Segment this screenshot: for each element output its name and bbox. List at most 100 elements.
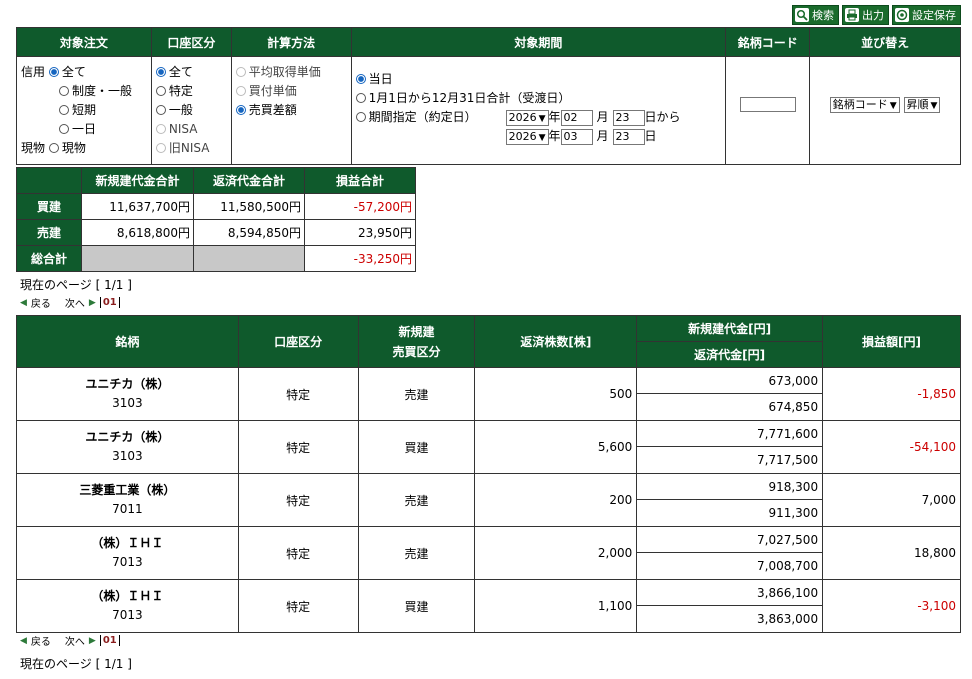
next-link[interactable]: 次へ xyxy=(65,633,85,648)
repay-amount: 7,717,500 xyxy=(757,453,819,467)
output-button[interactable]: 出力 xyxy=(842,5,889,25)
to-month-input[interactable]: 03 xyxy=(560,128,593,145)
security-cell: 三菱重工業（株） 7011 xyxy=(16,473,239,527)
amount-cell: 7,771,600 7,717,500 xyxy=(636,420,824,474)
prev-link[interactable]: 戻る xyxy=(31,633,51,648)
header-qty: 返済株数[株] xyxy=(474,315,638,368)
from-year-value: 2026 xyxy=(508,110,537,124)
header-period: 対象期間 xyxy=(350,27,727,57)
page-link-01[interactable]: 01 xyxy=(99,635,120,646)
row-label: 売建 xyxy=(16,219,82,246)
new-amount: 673,000 xyxy=(637,368,823,394)
profit-loss: 7,000 xyxy=(822,473,961,527)
summary-header-pl: 損益合計 xyxy=(304,167,416,194)
header-side-line1: 新規建 xyxy=(398,324,435,339)
period-option-label: 当日 xyxy=(368,72,393,86)
summary-corner xyxy=(16,167,82,194)
search-icon xyxy=(795,8,809,22)
chevron-down-icon: ▼ xyxy=(889,100,897,111)
repay-qty: 2,000 xyxy=(474,526,638,580)
search-button[interactable]: 検索 xyxy=(792,5,839,25)
triangle-right-icon: ▶ xyxy=(88,635,96,646)
security-code: 3103 xyxy=(112,449,143,463)
security-code: 7011 xyxy=(112,502,143,516)
security-name[interactable]: （株）ＩＨＩ xyxy=(17,587,238,606)
security-name[interactable]: 三菱重工業（株） xyxy=(17,481,238,500)
order-radio-short[interactable] xyxy=(59,105,69,115)
order-radio-all[interactable] xyxy=(48,67,59,77)
from-month-input[interactable]: 02 xyxy=(560,109,593,126)
save-settings-button-label: 設定保存 xyxy=(912,9,956,22)
amount-cell: 918,300 911,300 xyxy=(636,473,824,527)
triangle-left-icon: ◀ xyxy=(20,297,27,308)
header-side-line2: 売買区分 xyxy=(392,344,441,359)
code-input[interactable] xyxy=(739,97,796,112)
security-code: 7013 xyxy=(112,608,143,622)
repay-amount: 7,008,700 xyxy=(757,559,819,573)
account-radio-general[interactable] xyxy=(155,105,166,115)
repay-qty: 1,100 xyxy=(474,579,638,633)
new-amount: 3,866,100 xyxy=(637,580,823,606)
sort-field-select[interactable]: 銘柄コード ▼ xyxy=(829,96,900,113)
order-cell: 信用 全て 制度・一般 短期 一日 現物 現物 xyxy=(16,56,152,165)
profit-loss: -3,100 xyxy=(822,579,961,633)
calc-radio-diff[interactable] xyxy=(235,105,246,115)
header-new-amount: 新規建代金[円] xyxy=(636,315,824,342)
trade-side: 売建 xyxy=(357,367,476,421)
year-unit: 年 xyxy=(548,129,561,143)
from-day-input[interactable]: 23 xyxy=(612,109,645,126)
table-row: 三菱重工業（株） 7011 特定 売建 200 918,300 911,300 7,000 xyxy=(16,473,961,527)
security-name[interactable]: ユニチカ（株） xyxy=(17,428,238,447)
to-year-select[interactable]: 2026 ▼ xyxy=(505,128,549,145)
summary-row-buy: 買建 11,637,700円 11,580,500円 -57,200円 xyxy=(16,193,416,220)
page-info-top: 現在のページ [ 1/1 ] xyxy=(20,278,132,292)
security-code: 7013 xyxy=(112,555,143,569)
to-day-input[interactable]: 23 xyxy=(612,128,645,145)
period-cell: 当日 1月1日から12月31日合計（受渡日） 期間指定（約定日） 2026 ▼ 年 0… xyxy=(350,56,727,165)
order-radio-day[interactable] xyxy=(59,124,69,134)
repay-qty: 200 xyxy=(474,473,638,527)
order-option-label: 現物 xyxy=(61,141,86,155)
account-option-label: 特定 xyxy=(168,84,193,98)
triangle-right-icon: ▶ xyxy=(88,297,96,308)
account-radio-specific[interactable] xyxy=(155,86,166,96)
month-unit: 月 xyxy=(596,129,609,143)
to-year-value: 2026 xyxy=(508,129,537,143)
account-option-label: NISA xyxy=(168,122,198,136)
header-account: 口座区分 xyxy=(237,315,359,368)
sort-order-select[interactable]: 昇順 ▼ xyxy=(903,96,941,113)
calc-option-label: 売買差額 xyxy=(248,103,297,117)
summary-row-sell: 売建 8,618,800円 8,594,850円 23,950円 xyxy=(16,219,416,246)
table-row: （株）ＩＨＩ 7013 特定 売建 2,000 7,027,500 7,008,700 18,… xyxy=(16,526,961,580)
new-amount: 918,300 xyxy=(637,474,823,500)
summary-pl: -57,200円 xyxy=(304,193,416,220)
security-cell: ユニチカ（株） 3103 xyxy=(16,367,239,421)
order-radio-standard[interactable] xyxy=(59,86,69,96)
summary-repay: 8,594,850円 xyxy=(193,219,305,246)
order-radio-cash[interactable] xyxy=(48,143,59,153)
header-name: 銘柄 xyxy=(16,315,239,368)
security-name[interactable]: ユニチカ（株） xyxy=(17,375,238,394)
save-settings-button[interactable]: 設定保存 xyxy=(892,5,961,25)
prev-link[interactable]: 戻る xyxy=(31,295,51,310)
trade-side: 売建 xyxy=(357,526,476,580)
repay-qty: 5,600 xyxy=(474,420,638,474)
from-year-select[interactable]: 2026 ▼ xyxy=(505,109,549,126)
chevron-down-icon: ▼ xyxy=(538,132,546,143)
margin-label: 信用 xyxy=(21,65,46,79)
summary-row-total: 総合計 -33,250円 xyxy=(16,245,416,272)
account-radio-all[interactable] xyxy=(155,67,166,77)
summary-repay xyxy=(193,245,305,272)
next-link[interactable]: 次へ xyxy=(65,295,85,310)
repay-amount: 3,863,000 xyxy=(757,612,819,626)
header-side: 新規建 売買区分 xyxy=(357,315,476,368)
repay-qty: 500 xyxy=(474,367,638,421)
account-option-label: 一般 xyxy=(168,103,193,117)
security-name[interactable]: （株）ＩＨＩ xyxy=(17,534,238,553)
page-link-01[interactable]: 01 xyxy=(99,297,120,308)
summary-header-new: 新規建代金合計 xyxy=(81,167,194,194)
period-radio-year[interactable] xyxy=(355,93,366,103)
period-radio-range[interactable] xyxy=(355,112,366,122)
period-radio-today[interactable] xyxy=(355,74,366,84)
header-repay-amount: 返済代金[円] xyxy=(636,341,824,368)
